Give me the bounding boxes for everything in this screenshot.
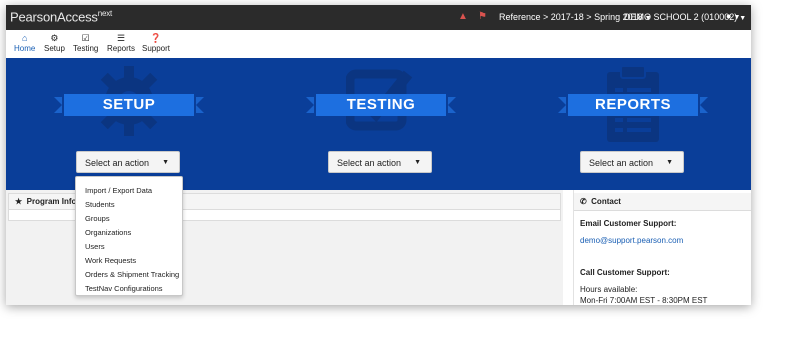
ribbon-tail (196, 97, 204, 113)
nav-setup[interactable]: ⚙ Setup (44, 33, 65, 53)
hours-label: Hours available: (580, 285, 638, 294)
ribbon-tail (448, 97, 456, 113)
brand-name: PearsonAccess (10, 9, 98, 25)
support-hours: Mon-Fri 7:00AM EST - 8:30PM EST (580, 296, 708, 305)
select-label: Select an action (337, 158, 402, 168)
testing-ribbon: TESTING (306, 94, 456, 116)
reports-section: REPORTS Select an action ▼ (548, 58, 718, 190)
flag-icon[interactable]: ⚑ (478, 11, 487, 22)
nav-home[interactable]: ⌂ Home (14, 33, 35, 53)
main-nav: ⌂ Home ⚙ Setup ☑ Testing ☰ Reports ❓ Sup… (6, 30, 751, 58)
chevron-down-icon: ▼ (733, 14, 741, 21)
caret-down-icon: ▼ (666, 159, 673, 166)
user-icon: ● (726, 11, 732, 21)
nav-label: Testing (73, 44, 99, 53)
menu-item-students[interactable]: Students (85, 200, 115, 209)
setup-ribbon: SETUP (54, 94, 204, 116)
email-support-label: Email Customer Support: (580, 219, 677, 228)
ribbon-tail (558, 97, 566, 113)
menu-item-import-export[interactable]: Import / Export Data (85, 186, 152, 195)
bell-icon[interactable]: ▲ (458, 11, 468, 22)
reports-ribbon: REPORTS (558, 94, 708, 116)
reports-action-select[interactable]: Select an action ▼ (580, 151, 684, 173)
brand-logo[interactable]: PearsonAccessnext (10, 9, 112, 24)
caret-down-icon: ▼ (162, 159, 169, 166)
nav-testing[interactable]: ☑ Testing (73, 33, 98, 53)
menu-item-work-requests[interactable]: Work Requests (85, 256, 136, 265)
support-email-link[interactable]: demo@support.pearson.com (580, 236, 683, 245)
nav-label: Support (142, 44, 171, 53)
checkbox-icon: ☑ (81, 33, 90, 43)
ribbon-tail (700, 97, 708, 113)
organization-name: DEMO SCHOOL 2 (010002) (624, 12, 738, 22)
menu-item-groups[interactable]: Groups (85, 214, 110, 223)
gear-icon: ⚙ (50, 33, 59, 43)
testing-action-select[interactable]: Select an action ▼ (328, 151, 432, 173)
app-window: PearsonAccessnext ▲ ⚑ Reference > 2017-1… (6, 5, 751, 305)
nav-reports[interactable]: ☰ Reports (107, 33, 135, 53)
top-bar: PearsonAccessnext ▲ ⚑ Reference > 2017-1… (6, 5, 751, 30)
select-label: Select an action (85, 158, 150, 168)
menu-item-organizations[interactable]: Organizations (85, 228, 131, 237)
select-label: Select an action (589, 158, 654, 168)
breadcrumb-text: Reference > 2017-18 > Spring 2018 (499, 12, 643, 22)
list-icon: ☰ (116, 33, 126, 43)
setup-action-menu: Import / Export Data Students Groups Org… (75, 176, 183, 296)
ribbon-tail (306, 97, 314, 113)
contact-panel: ✆ Contact Email Customer Support: demo@s… (573, 190, 751, 305)
hero-banner: SETUP Select an action ▼ TESTING Select … (6, 58, 751, 190)
section-title: SETUP (64, 94, 194, 116)
caret-down-icon: ▼ (414, 159, 421, 166)
nav-label: Setup (44, 44, 65, 53)
question-icon: ❓ (150, 33, 162, 43)
section-title: REPORTS (568, 94, 698, 116)
star-icon: ★ (15, 197, 23, 206)
contact-header: ✆ Contact (574, 193, 751, 211)
setup-action-select[interactable]: Select an action ▼ (76, 151, 180, 173)
home-icon: ⌂ (21, 33, 28, 43)
nav-support[interactable]: ❓ Support (142, 33, 170, 53)
menu-item-users[interactable]: Users (85, 242, 105, 251)
user-menu[interactable]: ● ▼ (726, 11, 740, 21)
nav-label: Home (14, 44, 36, 53)
menu-item-testnav-config[interactable]: TestNav Configurations (85, 284, 163, 293)
menu-item-orders-shipment[interactable]: Orders & Shipment Tracking (85, 270, 179, 279)
section-title: TESTING (316, 94, 446, 116)
setup-section: SETUP Select an action ▼ (44, 58, 214, 190)
contact-title: Contact (591, 197, 621, 206)
nav-label: Reports (107, 44, 136, 53)
ribbon-tail (54, 97, 62, 113)
call-support-label: Call Customer Support: (580, 268, 670, 277)
brand-sup: next (97, 9, 113, 18)
phone-icon: ✆ (580, 197, 587, 206)
testing-section: TESTING Select an action ▼ (296, 58, 466, 190)
